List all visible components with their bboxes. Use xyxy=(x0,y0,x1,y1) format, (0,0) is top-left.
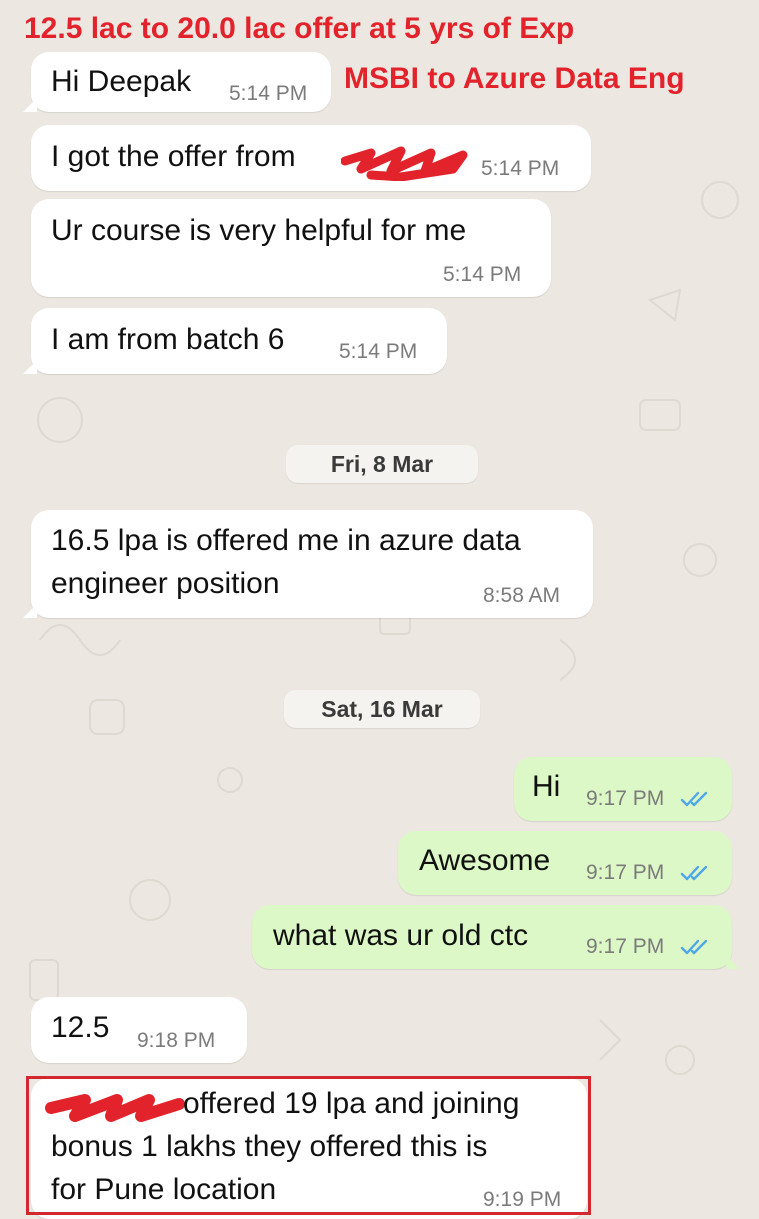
date-separator: Sat, 16 Mar xyxy=(284,690,480,728)
message-time: 5:14 PM xyxy=(481,157,560,180)
message-time: 9:17 PM xyxy=(586,787,665,810)
message-time: 9:17 PM xyxy=(586,861,665,884)
message-text-line: engineer position xyxy=(51,567,280,600)
message-time: 5:14 PM xyxy=(229,82,308,105)
double-check-icon xyxy=(680,865,708,881)
message-text: 12.5 xyxy=(51,1011,110,1044)
message-bubble-outgoing[interactable]: Awesome 9:17 PM xyxy=(398,831,732,895)
message-bubble-incoming[interactable]: 12.5 9:18 PM xyxy=(31,997,247,1063)
message-text: Hi Deepak xyxy=(51,65,192,98)
message-bubble-incoming[interactable]: Ur course is very helpful for me 5:14 PM xyxy=(31,199,551,297)
highlight-box xyxy=(26,1076,591,1215)
message-time: 5:14 PM xyxy=(339,340,418,363)
message-text: Awesome xyxy=(419,844,551,877)
message-text: Ur course is very helpful for me xyxy=(51,214,467,247)
annotation-title: 12.5 lac to 20.0 lac offer at 5 yrs of E… xyxy=(24,12,575,45)
message-text: what was ur old ctc xyxy=(273,919,529,952)
message-bubble-outgoing[interactable]: Hi 9:17 PM xyxy=(514,757,732,821)
message-time: 5:14 PM xyxy=(443,263,522,286)
message-text: Hi xyxy=(532,770,561,803)
message-text: I am from batch 6 xyxy=(51,323,285,356)
message-time: 9:18 PM xyxy=(137,1029,216,1052)
message-time: 9:17 PM xyxy=(586,935,665,958)
message-bubble-incoming[interactable]: Hi Deepak 5:14 PM xyxy=(23,52,331,112)
message-bubble-incoming[interactable]: I am from batch 6 5:14 PM xyxy=(23,308,447,374)
double-check-icon xyxy=(680,939,708,955)
redaction-scribble xyxy=(341,146,468,181)
message-text-line: 16.5 lpa is offered me in azure data xyxy=(51,524,521,557)
annotation-subtitle: MSBI to Azure Data Eng xyxy=(344,62,685,95)
message-bubble-outgoing[interactable]: what was ur old ctc 9:17 PM xyxy=(252,905,740,969)
message-time: 8:58 AM xyxy=(483,584,561,607)
date-separator: Fri, 8 Mar xyxy=(286,445,478,483)
message-text: I got the offer from xyxy=(51,140,296,173)
double-check-icon xyxy=(680,791,708,807)
message-bubble-incoming[interactable]: I got the offer from 5:14 PM xyxy=(31,125,591,191)
message-bubble-incoming[interactable]: 16.5 lpa is offered me in azure data eng… xyxy=(23,510,593,618)
